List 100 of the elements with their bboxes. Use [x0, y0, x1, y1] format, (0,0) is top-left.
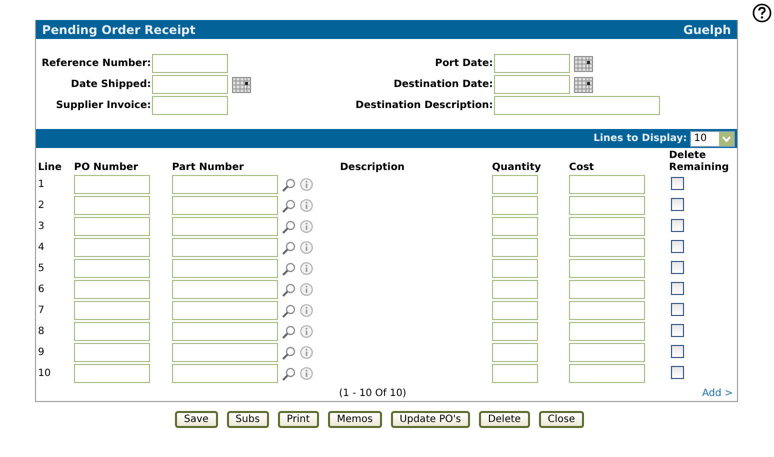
cost-field[interactable] [569, 280, 645, 299]
po-number-field[interactable] [74, 238, 150, 257]
input-field[interactable] [494, 96, 660, 115]
help-icon[interactable] [752, 3, 772, 23]
search-icon[interactable] [282, 282, 296, 296]
calendar-icon[interactable] [574, 76, 593, 92]
field-label: Date Shipped: [70, 79, 152, 90]
quantity-field[interactable] [492, 175, 538, 194]
info-icon[interactable] [300, 220, 313, 233]
part-number-field[interactable] [172, 364, 278, 383]
column-header: Cost [568, 161, 595, 174]
part-number-field[interactable] [172, 322, 278, 341]
po-number-field[interactable] [74, 217, 150, 236]
search-icon[interactable] [282, 262, 296, 276]
info-icon[interactable] [300, 346, 313, 359]
part-number-field[interactable] [172, 301, 278, 320]
delete-checkbox[interactable] [671, 344, 684, 358]
info-icon[interactable] [300, 283, 313, 296]
delete-checkbox[interactable] [671, 324, 684, 336]
delete-checkbox[interactable] [671, 260, 684, 274]
search-icon[interactable] [282, 220, 296, 234]
column-header: Description [339, 161, 406, 174]
cost-field[interactable] [569, 301, 645, 320]
info-icon[interactable] [300, 199, 313, 212]
delete-checkbox[interactable] [671, 218, 684, 232]
line-number: 6 [37, 283, 46, 297]
cost-field[interactable] [569, 196, 645, 215]
part-number-field[interactable] [172, 259, 278, 278]
add-link[interactable]: Add > [702, 388, 733, 399]
input-field[interactable] [152, 75, 228, 94]
input-field[interactable] [152, 96, 228, 115]
field-label: Supplier Invoice: [54, 100, 152, 111]
search-icon[interactable] [282, 178, 296, 192]
delete-checkbox[interactable] [671, 176, 684, 190]
quantity-field[interactable] [492, 238, 538, 257]
cost-field[interactable] [569, 175, 645, 194]
cost-field[interactable] [569, 364, 645, 383]
cost-field[interactable] [569, 259, 645, 278]
column-header: PO Number [73, 161, 140, 174]
action-button[interactable]: Update PO's [390, 411, 470, 428]
quantity-field[interactable] [492, 343, 538, 362]
field-label: Destination Date: [392, 79, 494, 90]
delete-checkbox[interactable] [671, 240, 684, 252]
field-label: Reference Number: [42, 58, 152, 69]
part-number-field[interactable] [172, 196, 278, 215]
quantity-field[interactable] [492, 364, 538, 383]
quantity-field[interactable] [492, 322, 538, 341]
action-button[interactable]: Delete [478, 411, 530, 428]
part-number-field[interactable] [172, 238, 278, 257]
part-number-field[interactable] [172, 280, 278, 299]
quantity-field[interactable] [492, 196, 538, 215]
action-button[interactable]: Print [278, 411, 319, 428]
cost-field[interactable] [569, 322, 645, 341]
quantity-field[interactable] [492, 301, 538, 320]
info-icon[interactable] [300, 304, 313, 317]
part-number-field[interactable] [172, 217, 278, 236]
info-icon[interactable] [300, 241, 313, 254]
line-number: 7 [37, 304, 46, 318]
action-button[interactable]: Close [538, 411, 584, 428]
part-number-field[interactable] [172, 175, 278, 194]
delete-checkbox[interactable] [671, 198, 684, 210]
search-icon[interactable] [282, 304, 296, 318]
input-field[interactable] [152, 54, 228, 73]
delete-checkbox[interactable] [671, 366, 684, 378]
po-number-field[interactable] [74, 259, 150, 278]
search-icon[interactable] [282, 346, 296, 360]
search-icon[interactable] [282, 240, 296, 254]
input-field[interactable] [494, 75, 570, 94]
cost-field[interactable] [569, 217, 645, 236]
calendar-icon[interactable] [574, 56, 593, 72]
po-number-field[interactable] [74, 175, 150, 194]
action-button[interactable]: Memos [328, 411, 382, 428]
action-button[interactable]: Save [175, 411, 218, 428]
delete-checkbox[interactable] [671, 302, 684, 316]
delete-checkbox[interactable] [671, 282, 684, 294]
action-button[interactable]: Subs [226, 411, 269, 428]
info-icon[interactable] [300, 367, 313, 380]
po-number-field[interactable] [74, 364, 150, 383]
info-icon[interactable] [300, 325, 313, 338]
cost-field[interactable] [569, 238, 645, 257]
cost-field[interactable] [569, 343, 645, 362]
search-icon[interactable] [282, 366, 296, 380]
calendar-icon[interactable] [232, 76, 251, 92]
po-number-field[interactable] [74, 343, 150, 362]
input-field[interactable] [494, 54, 570, 73]
search-icon[interactable] [282, 198, 296, 212]
info-icon[interactable] [300, 178, 313, 191]
lines-label: Lines to Display: [594, 133, 687, 144]
part-number-field[interactable] [172, 343, 278, 362]
po-number-field[interactable] [74, 301, 150, 320]
po-number-field[interactable] [74, 280, 150, 299]
po-number-field[interactable] [74, 322, 150, 341]
quantity-field[interactable] [492, 280, 538, 299]
lines-select[interactable]: 10 [690, 130, 735, 146]
quantity-field[interactable] [492, 217, 538, 236]
quantity-field[interactable] [492, 259, 538, 278]
info-icon[interactable] [300, 262, 313, 275]
po-number-field[interactable] [74, 196, 150, 215]
column-header: Part Number [171, 161, 245, 174]
search-icon[interactable] [282, 324, 296, 338]
